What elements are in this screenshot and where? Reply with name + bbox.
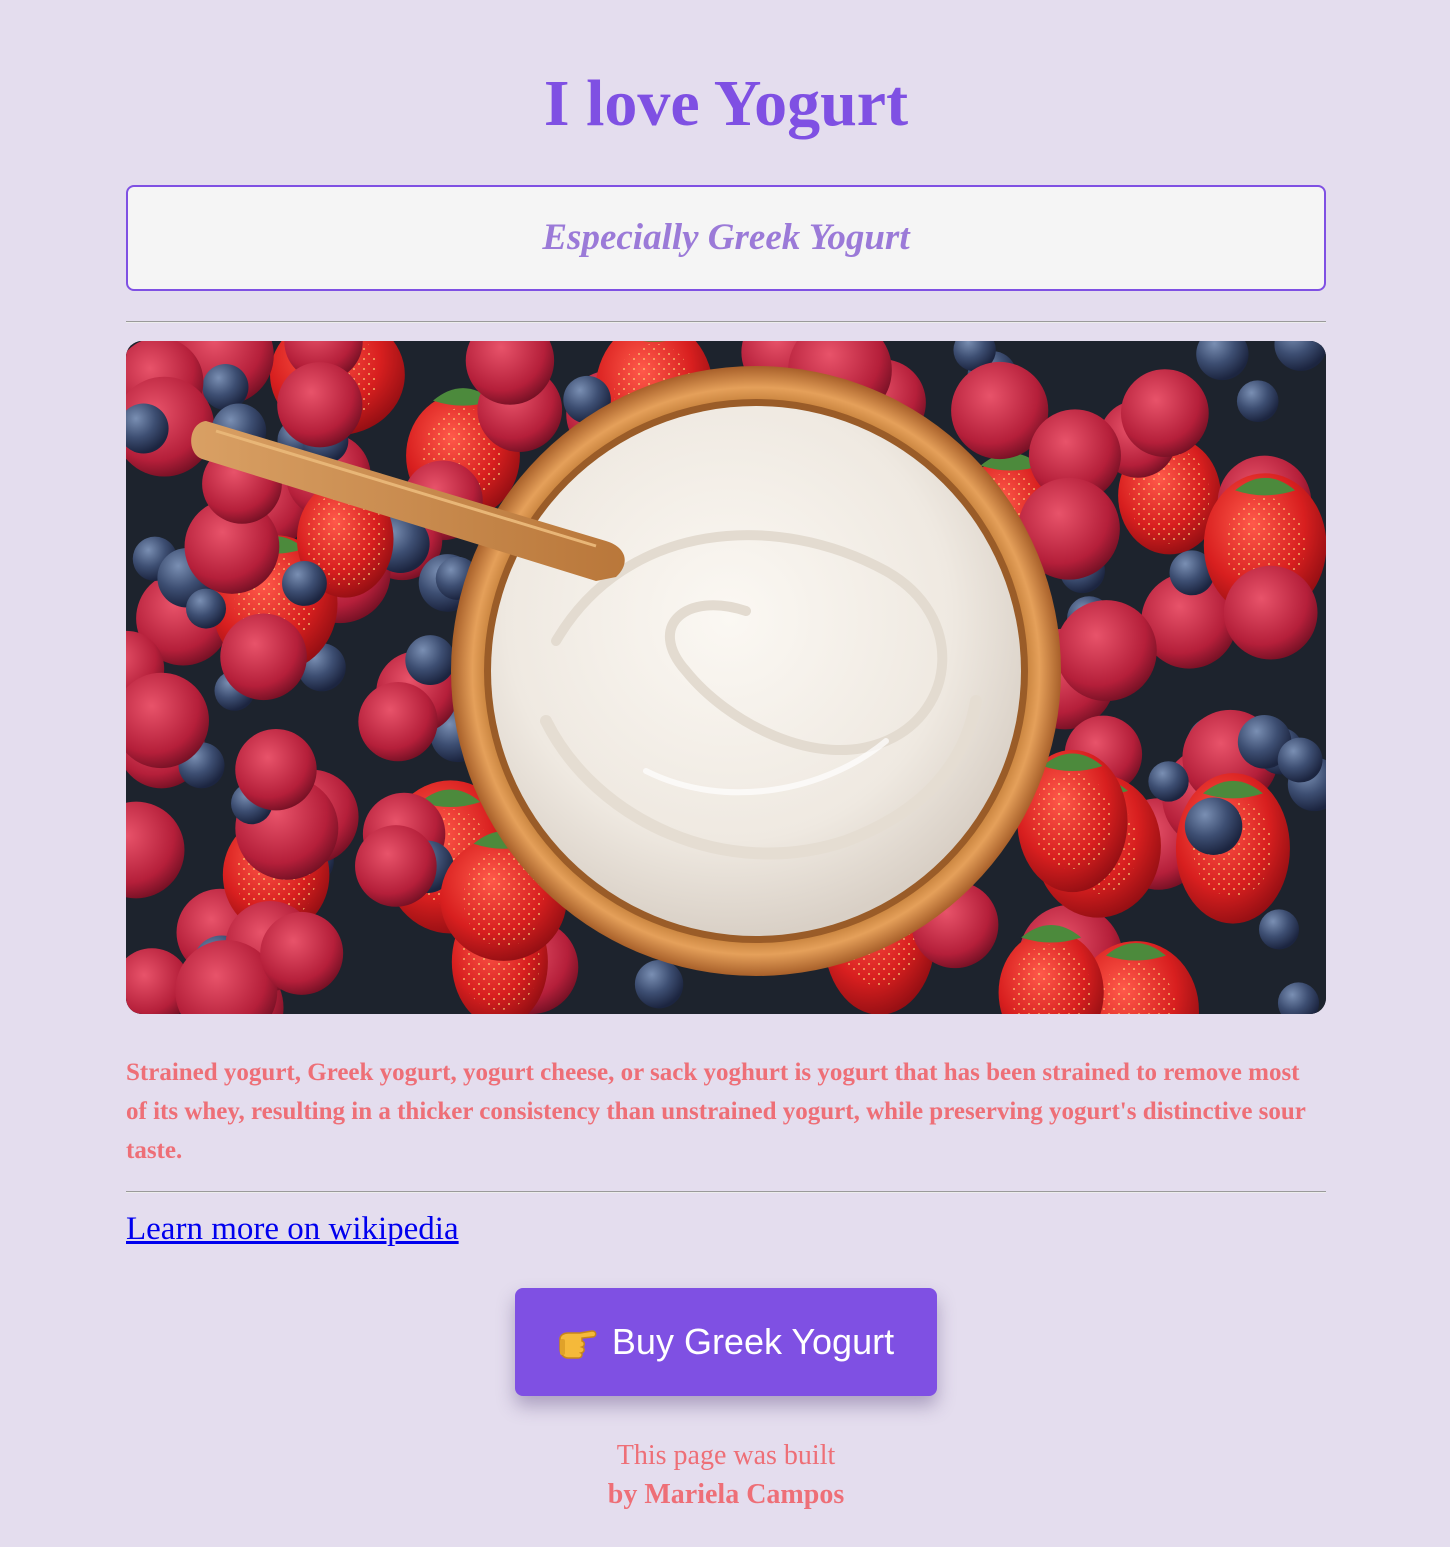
pointing-hand-icon [558,1325,598,1359]
hero-image [126,341,1326,1014]
description-text: Strained yogurt, Greek yogurt, yogurt ch… [126,1059,1306,1164]
page-title: I love Yogurt [543,67,909,140]
buy-greek-yogurt-button[interactable]: Buy Greek Yogurt [515,1288,937,1396]
footer-author: by Mariela Campos [607,1479,845,1510]
footer-text: This page was built [616,1440,836,1471]
wikipedia-link[interactable]: Learn more on wikipedia [126,1208,459,1250]
page-subtitle: Especially Greek Yogurt [542,217,910,258]
buy-button-label: Buy Greek Yogurt [611,1321,895,1362]
divider [126,1191,1326,1193]
divider [126,321,1326,323]
footer: This page was built by Mariela Campos [126,1436,1326,1514]
subtitle-box: Especially Greek Yogurt [126,185,1326,291]
